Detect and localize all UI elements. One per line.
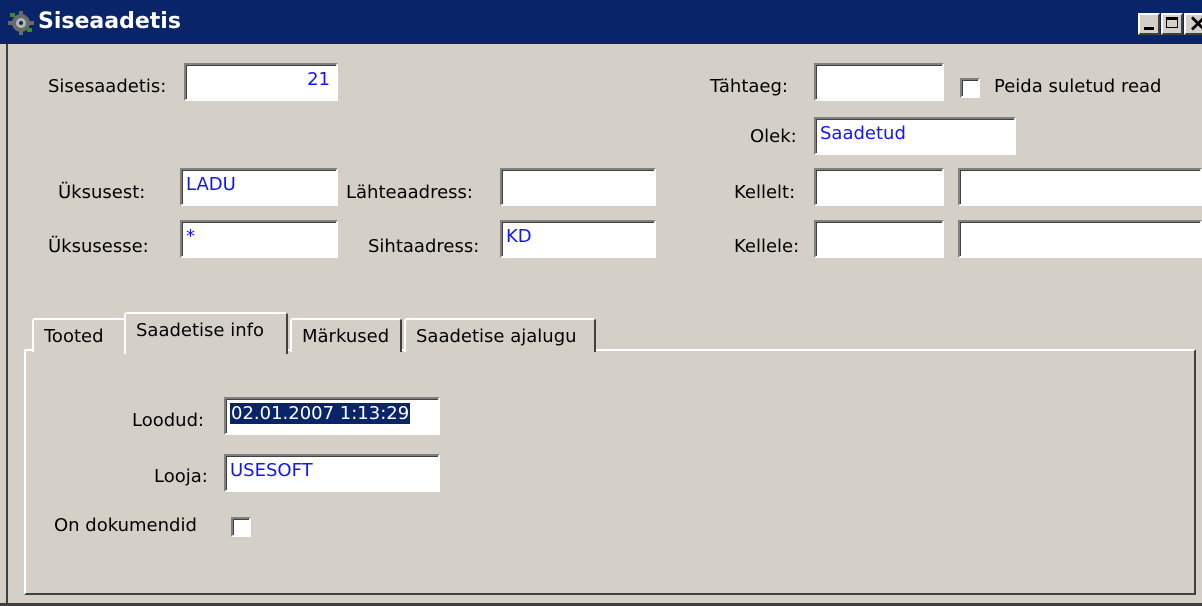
uksusesse-field[interactable]: * [180,220,338,258]
tahtaeg-field[interactable] [814,63,944,101]
siseaadetis-window: Siseaadetis Sisesaadetis: 21 Tähtaeg: Pe… [0,0,1202,606]
on-dokumendid-label: On dokumendid [54,515,197,536]
kellele-name-field[interactable] [958,220,1202,258]
kellelt-label: Kellelt: [734,182,796,203]
lahteaadress-field[interactable] [500,168,656,206]
peida-suletud-read-checkbox[interactable] [960,78,980,98]
peida-suletud-read-label: Peida suletud read [994,76,1162,97]
looja-field[interactable]: USESOFT [224,454,440,492]
uksusest-field[interactable]: LADU [180,168,338,206]
title-bar[interactable]: Siseaadetis [0,0,1202,44]
close-button[interactable] [1184,9,1202,37]
olek-label: Olek: [750,126,797,147]
sihtaadress-label: Sihtaadress: [368,236,480,257]
sihtaadress-field[interactable]: KD [500,220,656,258]
uksusesse-label: Üksusesse: [48,236,149,257]
kellele-label: Kellele: [734,236,800,257]
uksusest-label: Üksusest: [58,182,146,203]
loodud-field[interactable]: 02.01.2007 1:13:29 [224,397,440,435]
sisesaadetis-label: Sisesaadetis: [48,76,167,97]
tahtaeg-label: Tähtaeg: [710,76,788,97]
lahteaadress-label: Lähteaadress: [346,182,473,203]
tab-saadetise-ajalugu[interactable]: Saadetise ajalugu [404,318,596,352]
kellelt-code-field[interactable] [814,168,944,206]
kellelt-name-field[interactable] [958,168,1202,206]
sisesaadetis-field[interactable]: 21 [184,63,338,101]
tab-saadetise-info[interactable]: Saadetise info [124,312,288,354]
olek-field[interactable]: Saadetud [814,117,1016,155]
on-dokumendid-checkbox[interactable] [231,517,251,537]
tab-tooted[interactable]: Tooted [32,318,126,352]
app-gear-icon [8,11,34,35]
looja-label: Looja: [154,466,208,487]
minimize-button[interactable] [1138,13,1160,35]
kellele-code-field[interactable] [814,220,944,258]
maximize-button[interactable] [1161,13,1183,35]
window-title: Siseaadetis [38,9,181,34]
loodud-value-selected: 02.01.2007 1:13:29 [230,403,411,424]
tab-markused[interactable]: Märkused [290,318,402,352]
window-border-left [6,44,8,606]
loodud-label: Loodud: [132,410,205,431]
